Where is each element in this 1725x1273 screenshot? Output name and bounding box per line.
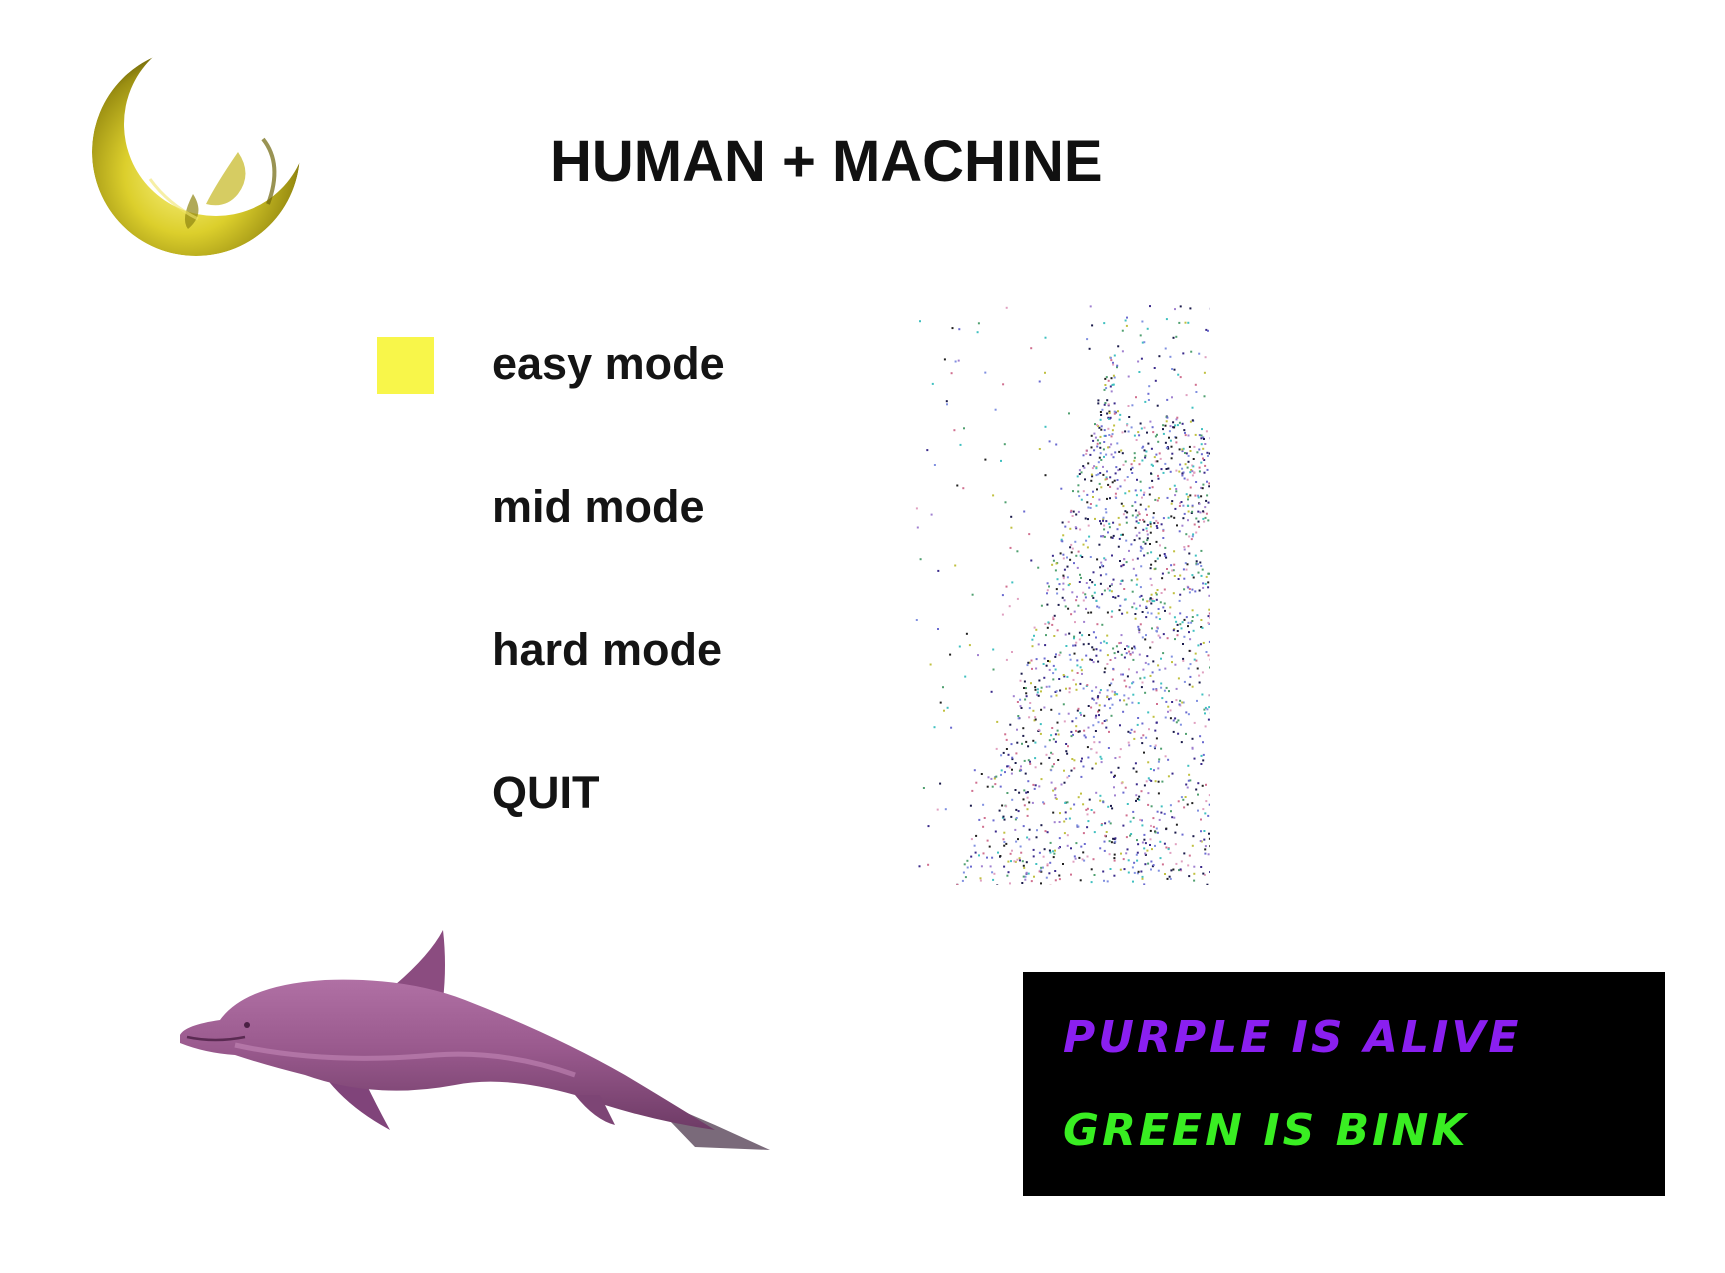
menu-item-easy-mode[interactable]: easy mode <box>492 338 725 390</box>
menu-item-mid-mode[interactable]: mid mode <box>492 481 705 533</box>
crescent-moon-icon <box>92 48 300 256</box>
menu-selector <box>377 337 434 394</box>
message-banner: PURPLE IS ALIVE GREEN IS BINK <box>1023 972 1665 1196</box>
game-screen: HUMAN + MACHINE easy mode mid mode hard … <box>0 0 1725 1273</box>
menu-item-hard-mode[interactable]: hard mode <box>492 624 722 676</box>
dolphin-icon <box>180 930 770 1150</box>
static-noise-graphic <box>915 305 1210 885</box>
banner-line-green: GREEN IS BINK <box>1063 1105 1469 1156</box>
game-title: HUMAN + MACHINE <box>550 129 1103 194</box>
menu-item-quit[interactable]: QUIT <box>492 767 600 819</box>
banner-line-purple: PURPLE IS ALIVE <box>1063 1012 1522 1063</box>
